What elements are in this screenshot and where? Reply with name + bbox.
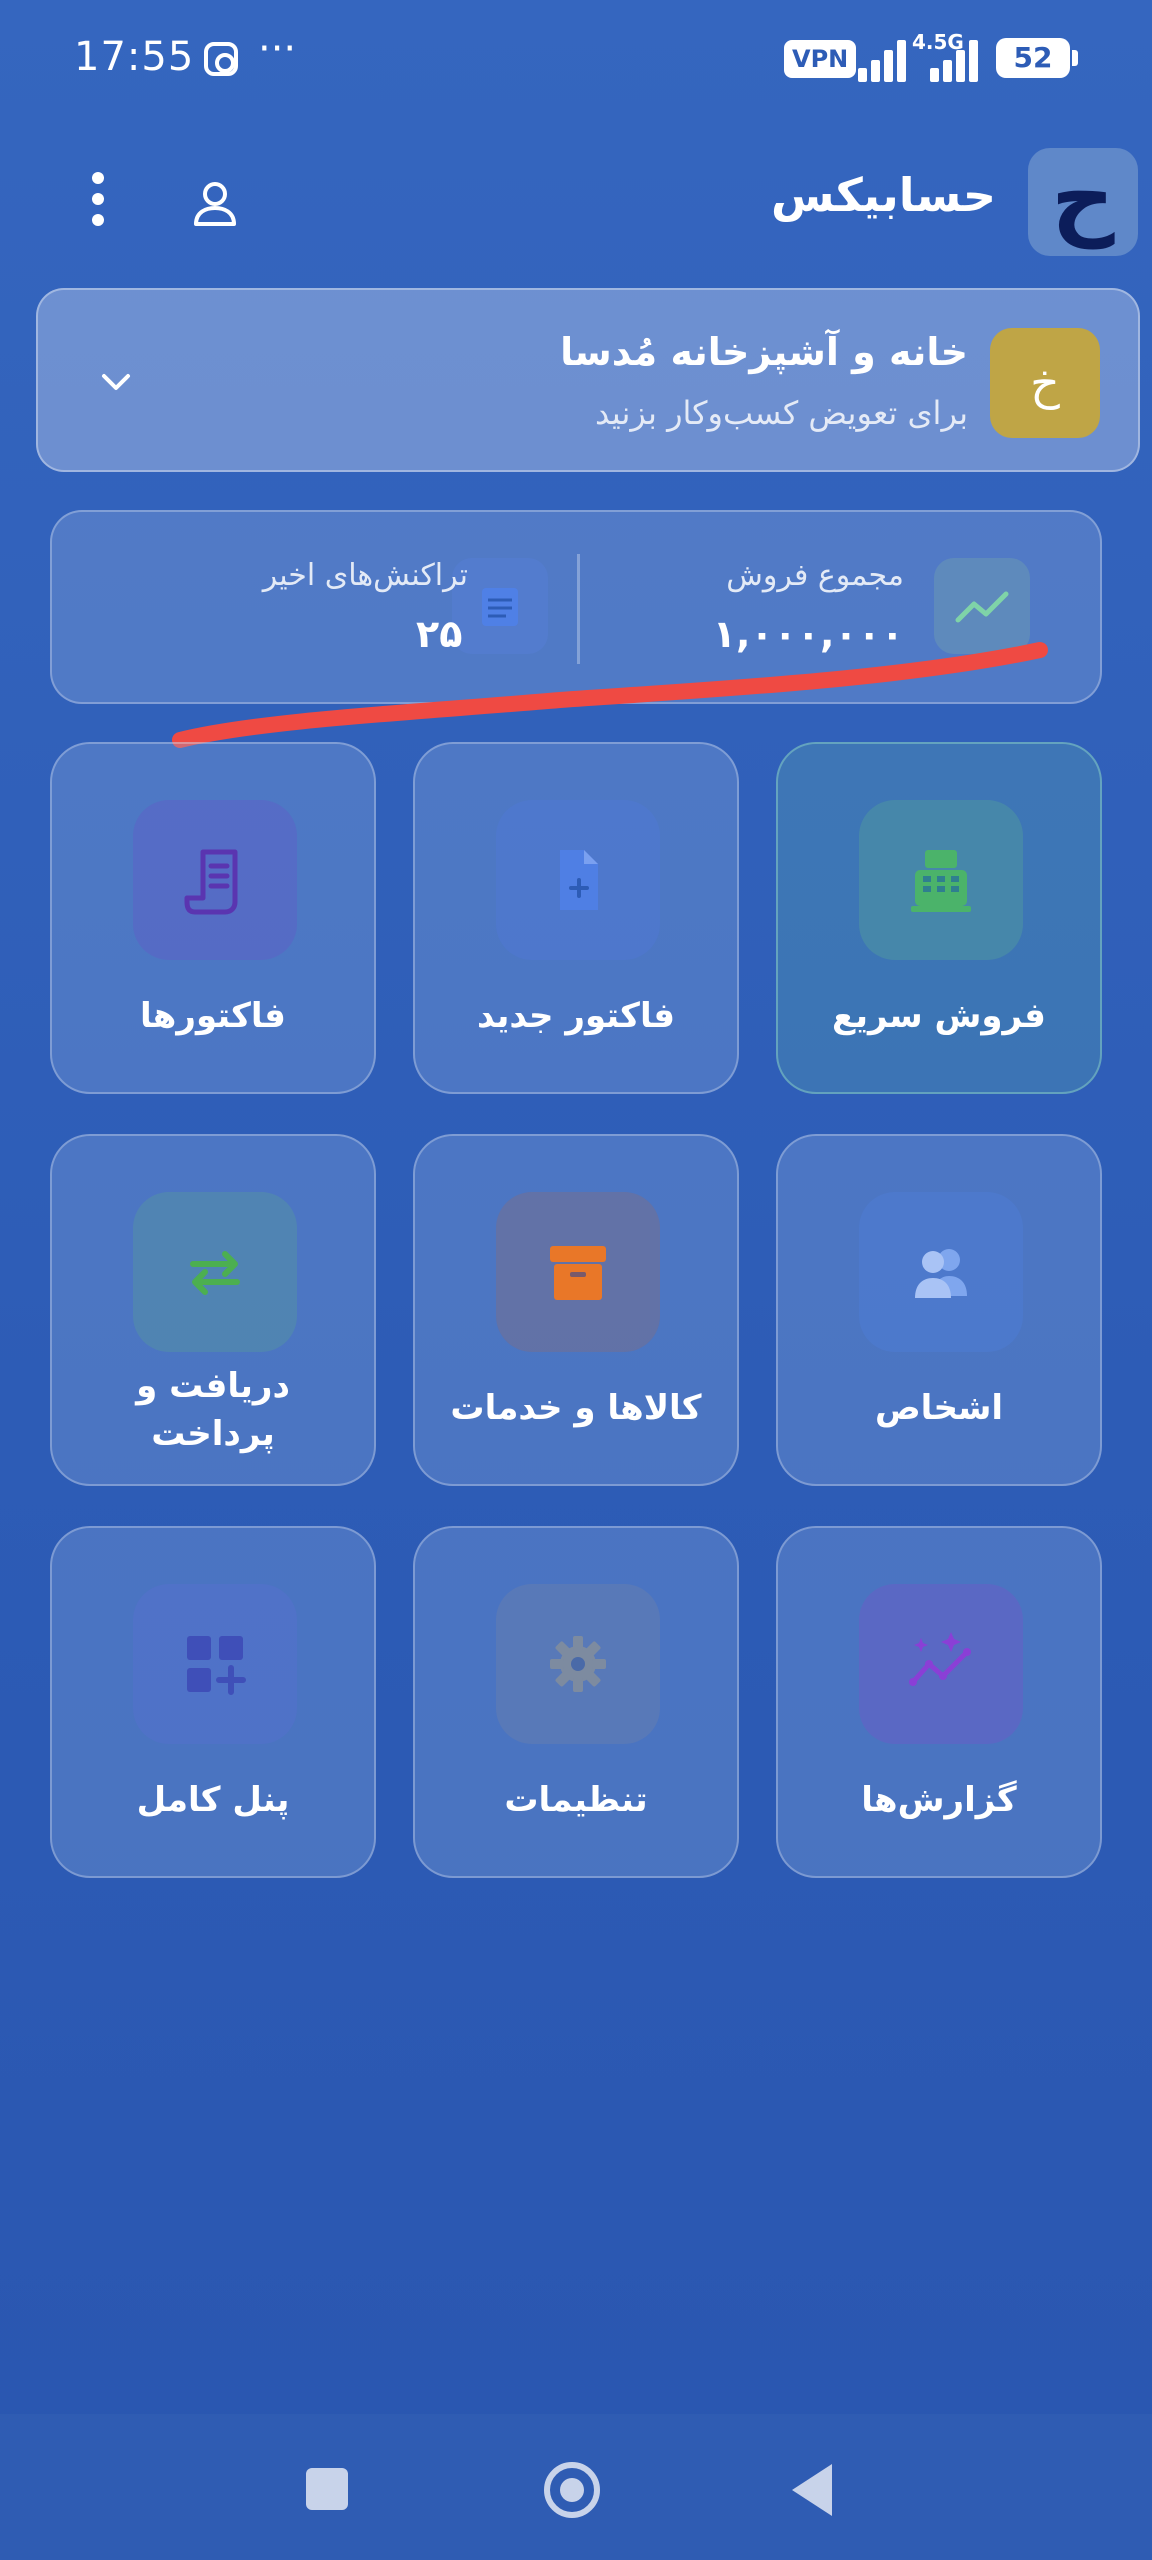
system-navigation-bar bbox=[0, 2414, 1152, 2560]
back-icon[interactable] bbox=[792, 2464, 832, 2516]
grid-add-icon bbox=[133, 1584, 297, 1744]
archive-box-icon bbox=[496, 1192, 660, 1352]
tile-quick-sale[interactable]: فروش سریع bbox=[776, 742, 1102, 1094]
receipt-icon bbox=[133, 800, 297, 960]
tile-people[interactable]: اشخاص bbox=[776, 1134, 1102, 1486]
business-name: خانه و آشپزخانه مُدسا bbox=[560, 330, 968, 374]
tile-products-services-label: کالاها و خدمات bbox=[450, 1388, 702, 1428]
tile-invoices-label: فاکتورها bbox=[140, 996, 286, 1036]
tile-products-services[interactable]: کالاها و خدمات bbox=[413, 1134, 739, 1486]
business-switch-hint: برای تعویض کسب‌وکار بزنید bbox=[594, 394, 968, 432]
tile-quick-sale-label: فروش سریع bbox=[832, 996, 1046, 1036]
total-sales-label: مجموع فروش bbox=[726, 558, 904, 593]
app-title: حسابیکس bbox=[770, 168, 996, 222]
home-icon[interactable] bbox=[544, 2462, 600, 2518]
business-switcher[interactable]: خ خانه و آشپزخانه مُدسا برای تعویض کسب‌و… bbox=[36, 288, 1140, 472]
business-avatar: خ bbox=[990, 328, 1100, 438]
recent-transactions-stat[interactable]: تراکنش‌های اخیر ۲۵ bbox=[52, 512, 572, 706]
instagram-notification-icon bbox=[204, 42, 238, 76]
stats-card: مجموع فروش ۱,۰۰۰,۰۰۰ تراکنش‌های اخیر ۲۵ bbox=[50, 510, 1102, 704]
tile-new-invoice-label: فاکتور جدید bbox=[477, 996, 675, 1036]
analytics-icon bbox=[859, 1584, 1023, 1744]
more-options-icon[interactable] bbox=[86, 172, 110, 232]
people-icon bbox=[859, 1192, 1023, 1352]
tile-invoices[interactable]: فاکتورها bbox=[50, 742, 376, 1094]
tile-settings-label: تنظیمات bbox=[504, 1780, 648, 1820]
tile-full-panel-label: پنل کامل bbox=[136, 1780, 290, 1820]
app-logo: ح bbox=[1028, 148, 1138, 256]
new-invoice-icon bbox=[496, 800, 660, 960]
tile-settings[interactable]: تنظیمات bbox=[413, 1526, 739, 1878]
transfer-arrows-icon bbox=[133, 1192, 297, 1352]
gear-icon bbox=[496, 1584, 660, 1744]
battery-icon: 52 bbox=[996, 38, 1078, 78]
total-sales-value: ۱,۰۰۰,۰۰۰ bbox=[712, 612, 904, 656]
cash-register-icon bbox=[859, 800, 1023, 960]
tile-people-label: اشخاص bbox=[874, 1388, 1004, 1428]
app-logo-glyph: ح bbox=[1051, 146, 1115, 249]
signal-strength-icon bbox=[858, 38, 918, 82]
recent-transactions-value: ۲۵ bbox=[416, 612, 463, 656]
tile-full-panel[interactable]: پنل کامل bbox=[50, 1526, 376, 1878]
more-notifications-icon: ··· bbox=[258, 26, 297, 72]
tile-reports-label: گزارش‌ها bbox=[861, 1780, 1017, 1820]
status-bar: 17:55 ··· VPN 4.5G 52 bbox=[0, 0, 1152, 120]
status-time: 17:55 bbox=[74, 34, 195, 80]
trend-chart-icon bbox=[934, 558, 1030, 654]
recent-apps-icon[interactable] bbox=[306, 2468, 348, 2510]
total-sales-stat[interactable]: مجموع فروش ۱,۰۰۰,۰۰۰ bbox=[580, 512, 1100, 706]
tile-new-invoice[interactable]: فاکتور جدید bbox=[413, 742, 739, 1094]
tile-receive-pay[interactable]: دریافت و پرداخت bbox=[50, 1134, 376, 1486]
tile-receive-pay-label: دریافت و پرداخت bbox=[136, 1366, 290, 1454]
profile-icon[interactable] bbox=[190, 178, 240, 228]
chevron-down-icon bbox=[102, 374, 130, 390]
stats-divider bbox=[577, 554, 580, 664]
vpn-badge: VPN bbox=[784, 40, 857, 78]
signal-strength-icon-2 bbox=[930, 38, 990, 82]
tile-reports[interactable]: گزارش‌ها bbox=[776, 1526, 1102, 1878]
